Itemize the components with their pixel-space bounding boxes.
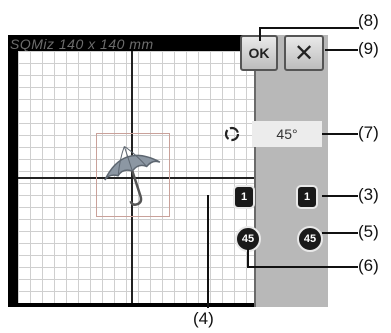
callout-6-leader-v [247, 249, 249, 267]
callout-4-label: (4) [193, 309, 214, 328]
hoop-size-title: SQMiz 140 x 140 mm [10, 36, 154, 52]
rotate-right-1-button[interactable]: 1 [296, 185, 318, 209]
callout-7-leader [322, 133, 358, 135]
callout-4-leader [207, 195, 209, 308]
callout-8-leader [259, 27, 261, 41]
callout-6-label: (6) [358, 256, 379, 275]
callout-3-label: (3) [358, 185, 379, 204]
callout-6-leader-h [247, 266, 358, 268]
rotation-angle-display: 45° [252, 121, 322, 147]
design-canvas[interactable] [18, 51, 255, 303]
close-button[interactable]: ✕ [284, 35, 324, 71]
callout-9-leader [325, 49, 358, 51]
rotate-icon [224, 126, 240, 142]
rotate-right-45-button[interactable]: 45 [297, 226, 323, 252]
rotate-left-1-button[interactable]: 1 [233, 185, 255, 209]
callout-8-leader-h [259, 27, 359, 29]
callout-3-leader [322, 195, 358, 197]
umbrella-icon [104, 145, 161, 206]
callout-9-label: (9) [358, 39, 379, 58]
callout-8-label: (8) [358, 11, 379, 30]
callout-5-label: (5) [358, 222, 379, 241]
callout-7-label: (7) [358, 123, 379, 142]
callout-5-leader [322, 232, 358, 234]
